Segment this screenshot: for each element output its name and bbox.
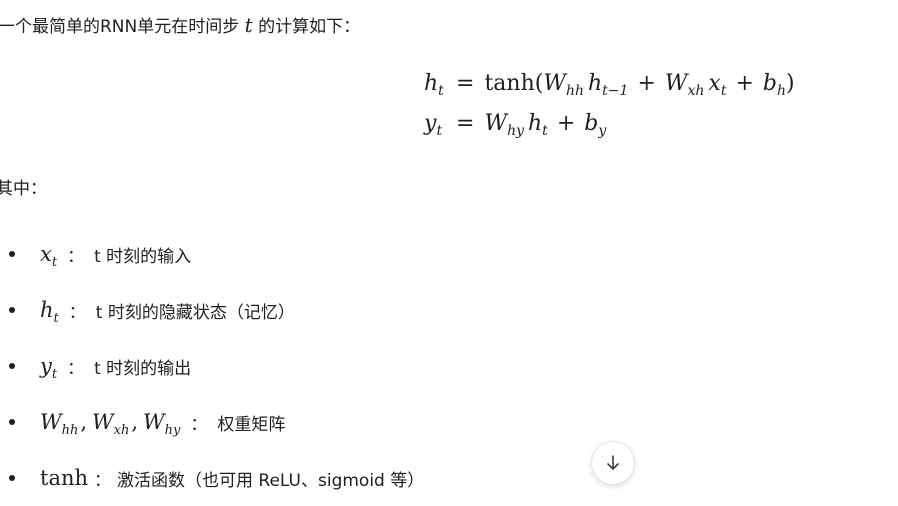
symbol-output: yt <box>40 354 58 382</box>
intro-time-variable: t <box>244 13 253 37</box>
list-item: ht ： t 时刻的隐藏状态（记忆） <box>0 282 424 338</box>
description: t 时刻的输入 <box>94 246 192 267</box>
equation-lhs: yt <box>424 110 443 139</box>
list-item: yt ： t 时刻的输出 <box>0 338 424 394</box>
list-item: Whh, Wxh, Why ： 权重矩阵 <box>0 394 424 450</box>
where-label: 其中： <box>0 179 47 199</box>
rnn-equations: ht = tanh(Whh ht−1 + Wxh xt + bh) yt = Why ht + b… <box>424 63 795 143</box>
list-item: xt ： t 时刻的输入 <box>0 226 424 282</box>
description: t 时刻的输出 <box>94 358 192 379</box>
equation-hidden-state: ht = tanh(Whh ht−1 + Wxh xt + bh) <box>424 63 795 103</box>
description: 激活函数（也可用 ReLU、sigmoid 等） <box>117 470 425 491</box>
list-item: tanh ： 激活函数（也可用 ReLU、sigmoid 等） <box>0 450 424 506</box>
intro-paragraph: 一个最简单的RNN单元在时间步 t 的计算如下： <box>0 12 360 40</box>
arrow-down-icon <box>607 455 619 470</box>
equation-equals: = <box>456 110 475 136</box>
equation-rhs: Why ht + by <box>484 110 607 139</box>
description: 权重矩阵 <box>217 414 286 435</box>
variable-list: xt ： t 时刻的输入 ht ： t 时刻的隐藏状态（记忆） yt ： t 时… <box>0 226 424 506</box>
intro-text-before: 一个最简单的RNN单元在时间步 <box>0 17 245 37</box>
symbol-hidden-state: ht <box>40 298 59 326</box>
description: t 时刻的隐藏状态（记忆） <box>95 302 295 323</box>
scroll-to-bottom-button[interactable] <box>591 441 635 485</box>
equation-equals: = <box>456 70 475 96</box>
symbol-weights: Whh, Wxh, Why <box>40 410 181 438</box>
equation-rhs: tanh(Whh ht−1 + Wxh xt + bh) <box>484 70 795 99</box>
intro-text-after: 的计算如下： <box>252 17 361 37</box>
symbol-input: xt <box>40 242 58 270</box>
equation-output: yt = Why ht + by <box>424 103 795 143</box>
symbol-tanh: tanh <box>40 466 89 490</box>
equation-lhs: ht <box>424 70 444 99</box>
